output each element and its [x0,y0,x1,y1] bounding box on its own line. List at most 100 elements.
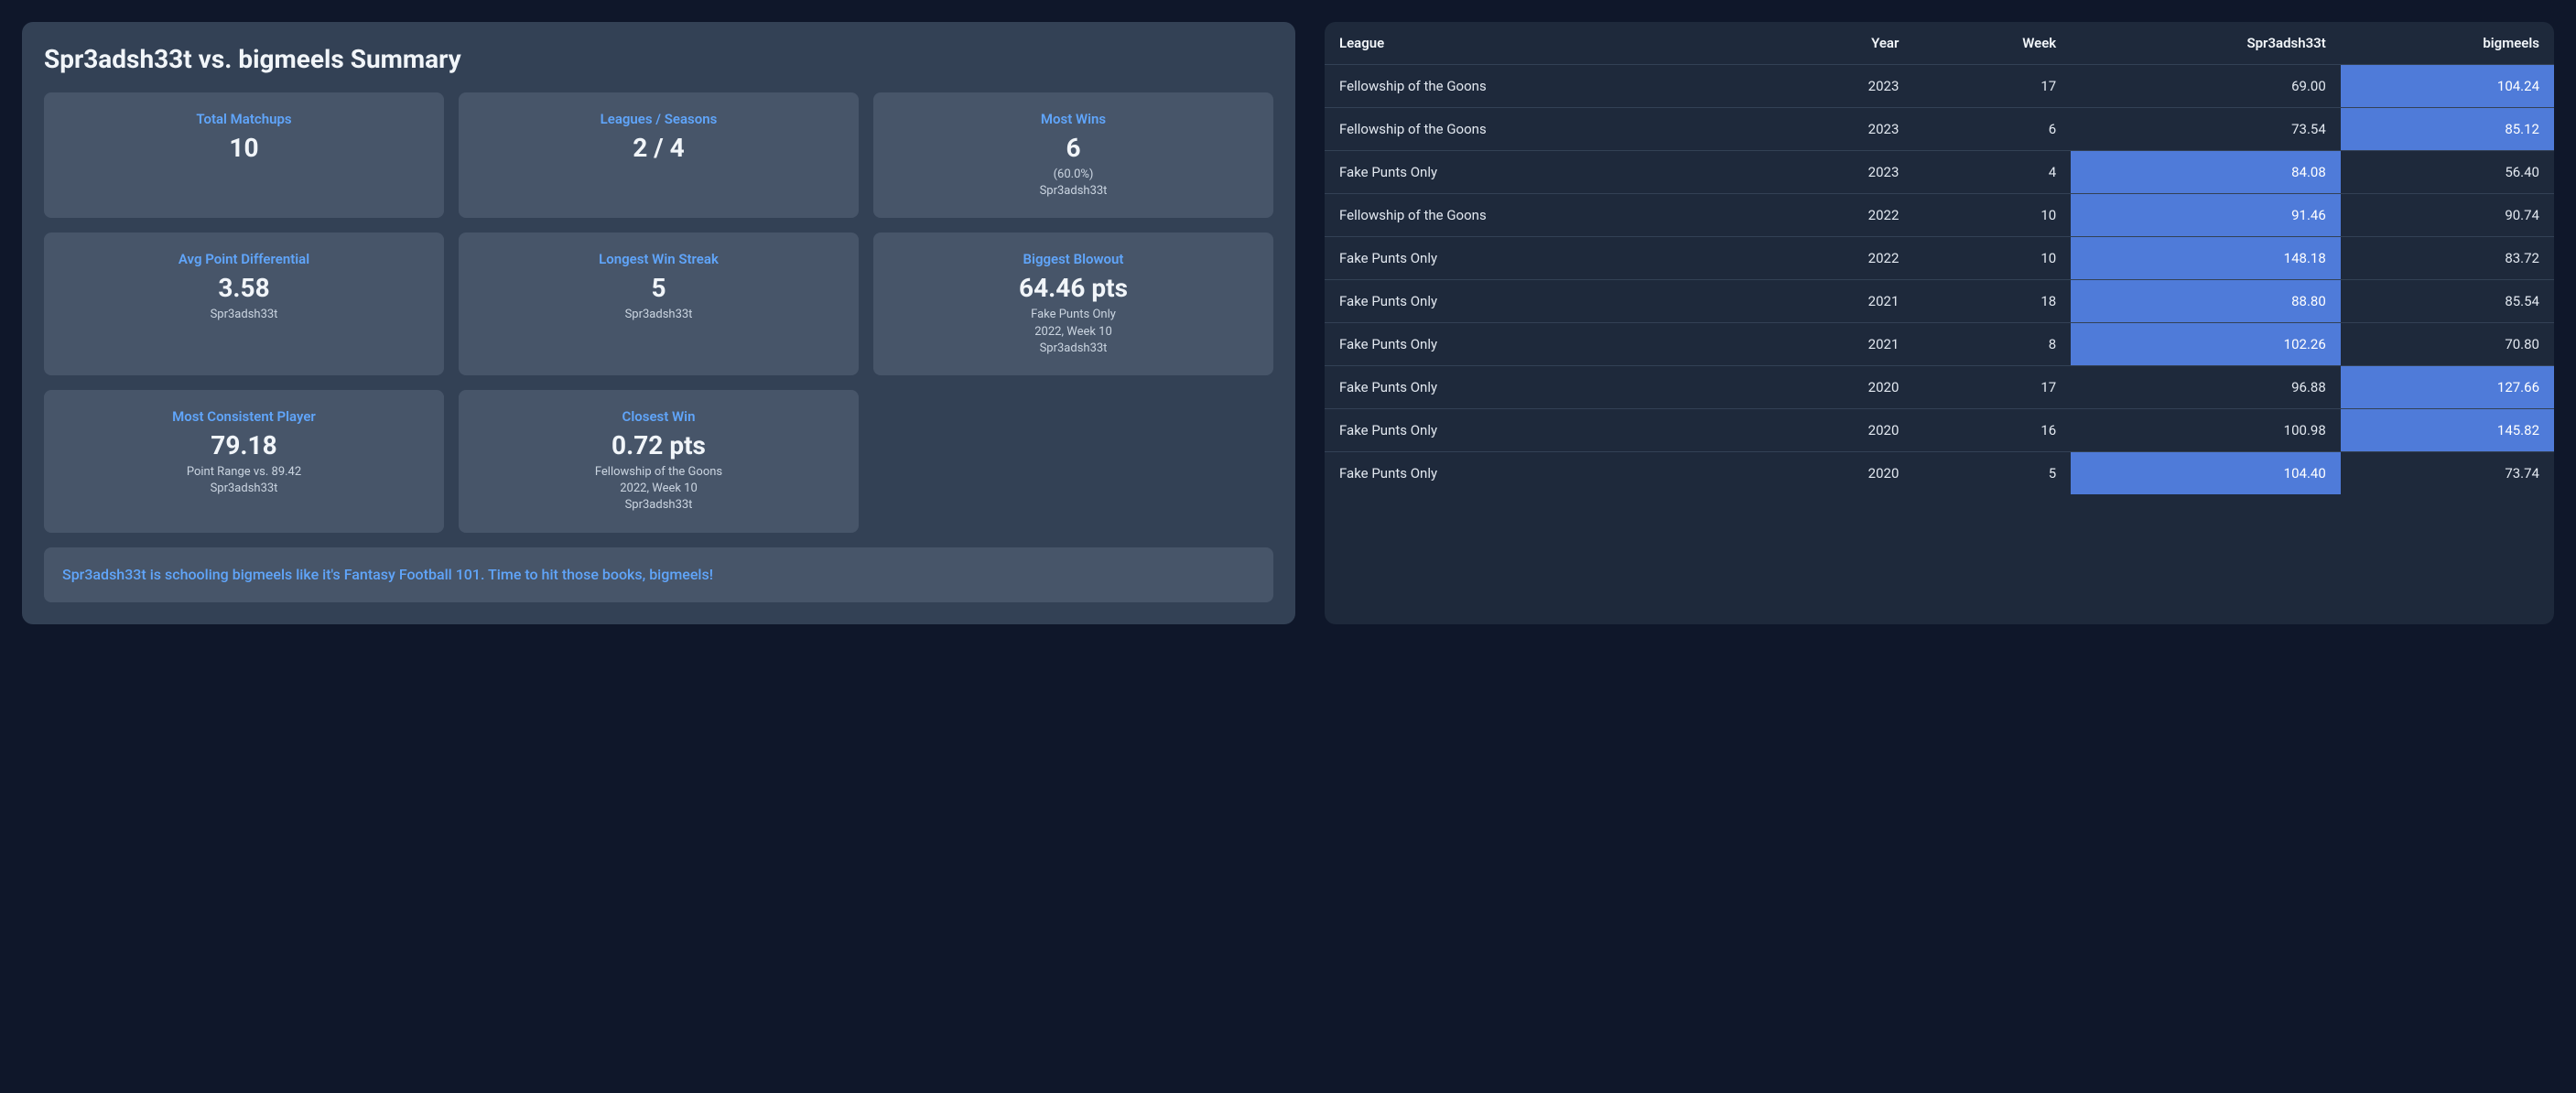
cell-p1: 88.80 [2071,280,2341,323]
table-row: Fake Punts Only2023484.0856.40 [1325,151,2554,194]
table-row: Fake Punts Only20201796.88127.66 [1325,366,2554,409]
stat-card: Biggest Blowout 64.46 pts Fake Punts Only2… [873,233,1273,375]
table-row: Fake Punts Only20205104.4073.74 [1325,452,2554,495]
cell-week: 5 [1913,452,2071,495]
summary-panel: Spr3adsh33t vs. bigmeels Summary Total M… [22,22,1295,624]
table-row: Fake Punts Only202210148.1883.72 [1325,237,2554,280]
stat-card-value: 79.18 [59,430,429,460]
cell-league: Fake Punts Only [1325,280,1764,323]
cell-p2: 127.66 [2341,366,2554,409]
stat-card-label: Longest Win Streak [473,251,844,267]
matchups-table-panel: League Year Week Spr3adsh33t bigmeels Fe… [1325,22,2554,624]
page-title: Spr3adsh33t vs. bigmeels Summary [44,44,1273,74]
cell-p1: 84.08 [2071,151,2341,194]
cell-year: 2021 [1764,323,1914,366]
cell-league: Fellowship of the Goons [1325,194,1764,237]
stat-card-sub: Spr3adsh33t [888,341,1259,357]
cell-league: Fake Punts Only [1325,409,1764,452]
col-year: Year [1764,22,1914,65]
stat-card-value: 10 [59,133,429,163]
cell-year: 2023 [1764,108,1914,151]
cell-p1: 148.18 [2071,237,2341,280]
cell-year: 2020 [1764,452,1914,495]
table-row: Fellowship of the Goons20221091.4690.74 [1325,194,2554,237]
stat-card-label: Avg Point Differential [59,251,429,267]
stat-card-value: 2 / 4 [473,133,844,163]
cell-year: 2023 [1764,151,1914,194]
cell-year: 2020 [1764,409,1914,452]
stat-card-value: 6 [888,133,1259,163]
cell-league: Fellowship of the Goons [1325,65,1764,108]
cell-p2: 104.24 [2341,65,2554,108]
stat-card-value: 3.58 [59,273,429,303]
col-player1: Spr3adsh33t [2071,22,2341,65]
cell-p2: 85.12 [2341,108,2554,151]
stat-card-sub: Spr3adsh33t [888,183,1259,200]
stat-card-label: Total Matchups [59,111,429,127]
stat-card-label: Most Consistent Player [59,408,429,425]
cell-league: Fellowship of the Goons [1325,108,1764,151]
cell-year: 2021 [1764,280,1914,323]
cell-p1: 102.26 [2071,323,2341,366]
stat-card-label: Most Wins [888,111,1259,127]
stat-card-label: Biggest Blowout [888,251,1259,267]
stat-card: Longest Win Streak 5 Spr3adsh33t [459,233,859,375]
cell-p2: 56.40 [2341,151,2554,194]
cell-p2: 70.80 [2341,323,2554,366]
cell-p1: 69.00 [2071,65,2341,108]
cell-year: 2022 [1764,237,1914,280]
stat-card-label: Leagues / Seasons [473,111,844,127]
cell-week: 16 [1913,409,2071,452]
stat-card-sub: Spr3adsh33t [473,307,844,323]
cell-year: 2020 [1764,366,1914,409]
stat-card-sub: Spr3adsh33t [59,481,429,497]
cell-p1: 73.54 [2071,108,2341,151]
stat-card: Most Consistent Player 79.18 Point Range v… [44,390,444,533]
stat-cards-grid: Total Matchups 10 Leagues / Seasons 2 / 4 Mo… [44,92,1273,533]
table-row: Fake Punts Only20211888.8085.54 [1325,280,2554,323]
stat-card: Leagues / Seasons 2 / 4 [459,92,859,218]
stat-card-sub: Spr3adsh33t [59,307,429,323]
cell-week: 17 [1913,366,2071,409]
cell-p1: 91.46 [2071,194,2341,237]
table-header-row: League Year Week Spr3adsh33t bigmeels [1325,22,2554,65]
cell-p2: 83.72 [2341,237,2554,280]
cell-week: 10 [1913,237,2071,280]
cell-p2: 145.82 [2341,409,2554,452]
cell-p1: 96.88 [2071,366,2341,409]
cell-league: Fake Punts Only [1325,323,1764,366]
cell-p2: 73.74 [2341,452,2554,495]
cell-league: Fake Punts Only [1325,452,1764,495]
cell-week: 18 [1913,280,2071,323]
stat-card-value: 5 [473,273,844,303]
cell-year: 2022 [1764,194,1914,237]
cell-week: 8 [1913,323,2071,366]
stat-card-sub: (60.0%) [888,167,1259,183]
stat-card: Avg Point Differential 3.58 Spr3adsh33t [44,233,444,375]
cell-league: Fake Punts Only [1325,237,1764,280]
cell-week: 6 [1913,108,2071,151]
summary-message: Spr3adsh33t is schooling bigmeels like i… [44,547,1273,602]
stat-card: Closest Win0.72 ptsFellowship of the Goo… [459,390,859,533]
stat-card-sub: Fake Punts Only [888,307,1259,323]
stat-card-value: 64.46 pts [888,273,1259,303]
stat-card-value: 0.72 pts [473,430,844,460]
stat-card-label: Closest Win [473,408,844,425]
stat-card: Most Wins 6 (60.0%)Spr3adsh33t [873,92,1273,218]
col-league: League [1325,22,1764,65]
table-row: Fellowship of the Goons2023673.5485.12 [1325,108,2554,151]
col-player2: bigmeels [2341,22,2554,65]
stat-card-sub: Point Range vs. 89.42 [59,464,429,481]
table-row: Fellowship of the Goons20231769.00104.24 [1325,65,2554,108]
stat-card-sub: 2022, Week 10 [888,324,1259,341]
cell-p2: 85.54 [2341,280,2554,323]
cell-week: 4 [1913,151,2071,194]
cell-p2: 90.74 [2341,194,2554,237]
stat-card-sub: 2022, Week 10 [473,481,844,497]
cell-league: Fake Punts Only [1325,366,1764,409]
table-row: Fake Punts Only20218102.2670.80 [1325,323,2554,366]
matchups-table: League Year Week Spr3adsh33t bigmeels Fe… [1325,22,2554,494]
cell-league: Fake Punts Only [1325,151,1764,194]
cell-week: 17 [1913,65,2071,108]
cell-week: 10 [1913,194,2071,237]
